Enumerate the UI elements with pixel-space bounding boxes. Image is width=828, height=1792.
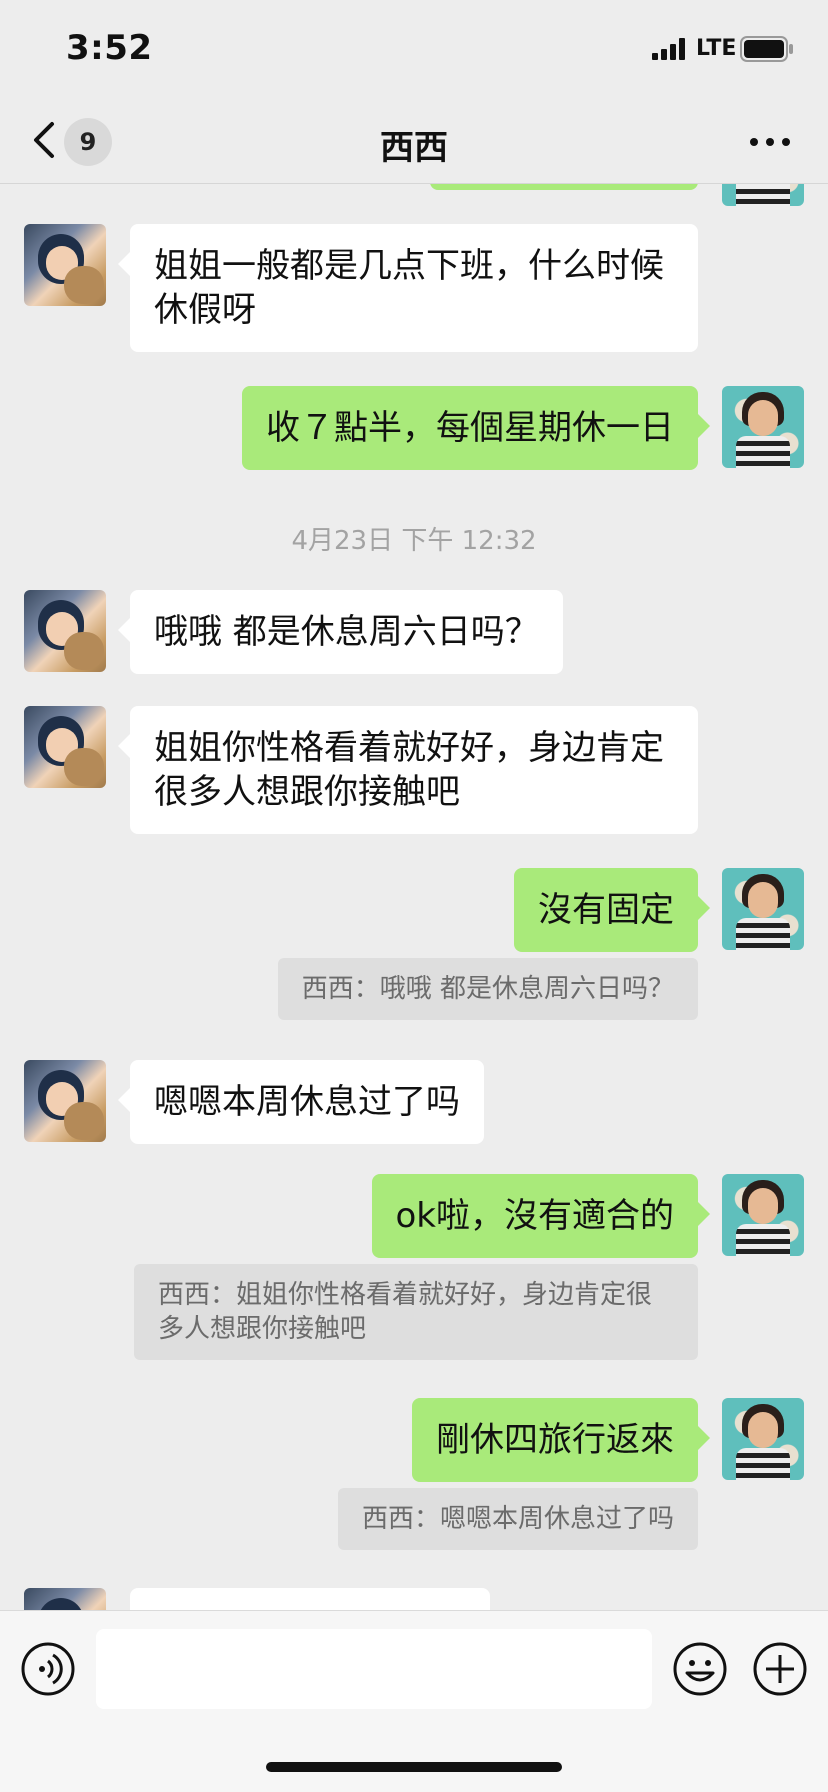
my-avatar[interactable]	[722, 868, 804, 950]
plus-icon[interactable]	[752, 1641, 808, 1697]
partial-received-bubble	[130, 1588, 490, 1610]
message-bubble-received[interactable]: 哦哦 都是休息周六日吗？	[118, 590, 563, 674]
my-avatar[interactable]	[722, 386, 804, 468]
voice-input-icon[interactable]	[20, 1641, 76, 1697]
signal-icon	[652, 38, 685, 60]
my-avatar[interactable]	[722, 1174, 804, 1256]
quoted-reply[interactable]: 西西：嗯嗯本周休息过了吗	[337, 1488, 698, 1550]
message-bubble-received[interactable]: 嗯嗯本周休息过了吗	[118, 1060, 484, 1144]
chat-timestamp: 4月23日 下午 12:32	[291, 526, 537, 556]
status-bar: 3:52 LTE	[0, 0, 828, 100]
contact-avatar[interactable]	[24, 1588, 106, 1610]
contact-avatar[interactable]	[24, 590, 106, 672]
home-indicator[interactable]	[266, 1762, 562, 1772]
partial-sent-bubble	[430, 184, 698, 190]
message-bubble-received[interactable]: 姐姐你性格看着就好好，身边肯定很多人想跟你接触吧	[118, 706, 698, 834]
quoted-reply[interactable]: 西西：姐姐你性格看着就好好，身边肯定很多人想跟你接触吧	[134, 1264, 698, 1360]
message-bubble-sent[interactable]: ok啦，沒有適合的	[371, 1174, 710, 1258]
contact-avatar[interactable]	[24, 706, 106, 788]
message-input[interactable]	[96, 1629, 652, 1709]
message-bubble-sent[interactable]: 收７點半，每個星期休一日	[242, 386, 710, 470]
chat-header: 9 西西	[0, 100, 828, 184]
emoji-icon[interactable]	[672, 1641, 728, 1697]
network-label: LTE	[696, 36, 737, 61]
message-bubble-sent[interactable]: 剛休四旅行返來	[412, 1398, 710, 1482]
my-avatar	[722, 184, 804, 206]
quoted-reply[interactable]: 西西：哦哦 都是休息周六日吗？	[277, 958, 698, 1020]
message-list[interactable]: 姐姐一般都是几点下班，什么时候休假呀 收７點半，每個星期休一日 4月23日 下午…	[0, 184, 828, 1610]
my-avatar[interactable]	[722, 1398, 804, 1480]
chat-title: 西西	[380, 128, 448, 168]
contact-avatar[interactable]	[24, 224, 106, 306]
more-options-icon[interactable]	[748, 122, 792, 162]
status-time: 3:52	[66, 28, 153, 68]
message-bubble-received[interactable]: 姐姐一般都是几点下班，什么时候休假呀	[118, 224, 698, 352]
message-bubble-sent[interactable]: 沒有固定	[514, 868, 710, 952]
contact-avatar[interactable]	[24, 1060, 106, 1142]
battery-icon	[740, 36, 793, 62]
